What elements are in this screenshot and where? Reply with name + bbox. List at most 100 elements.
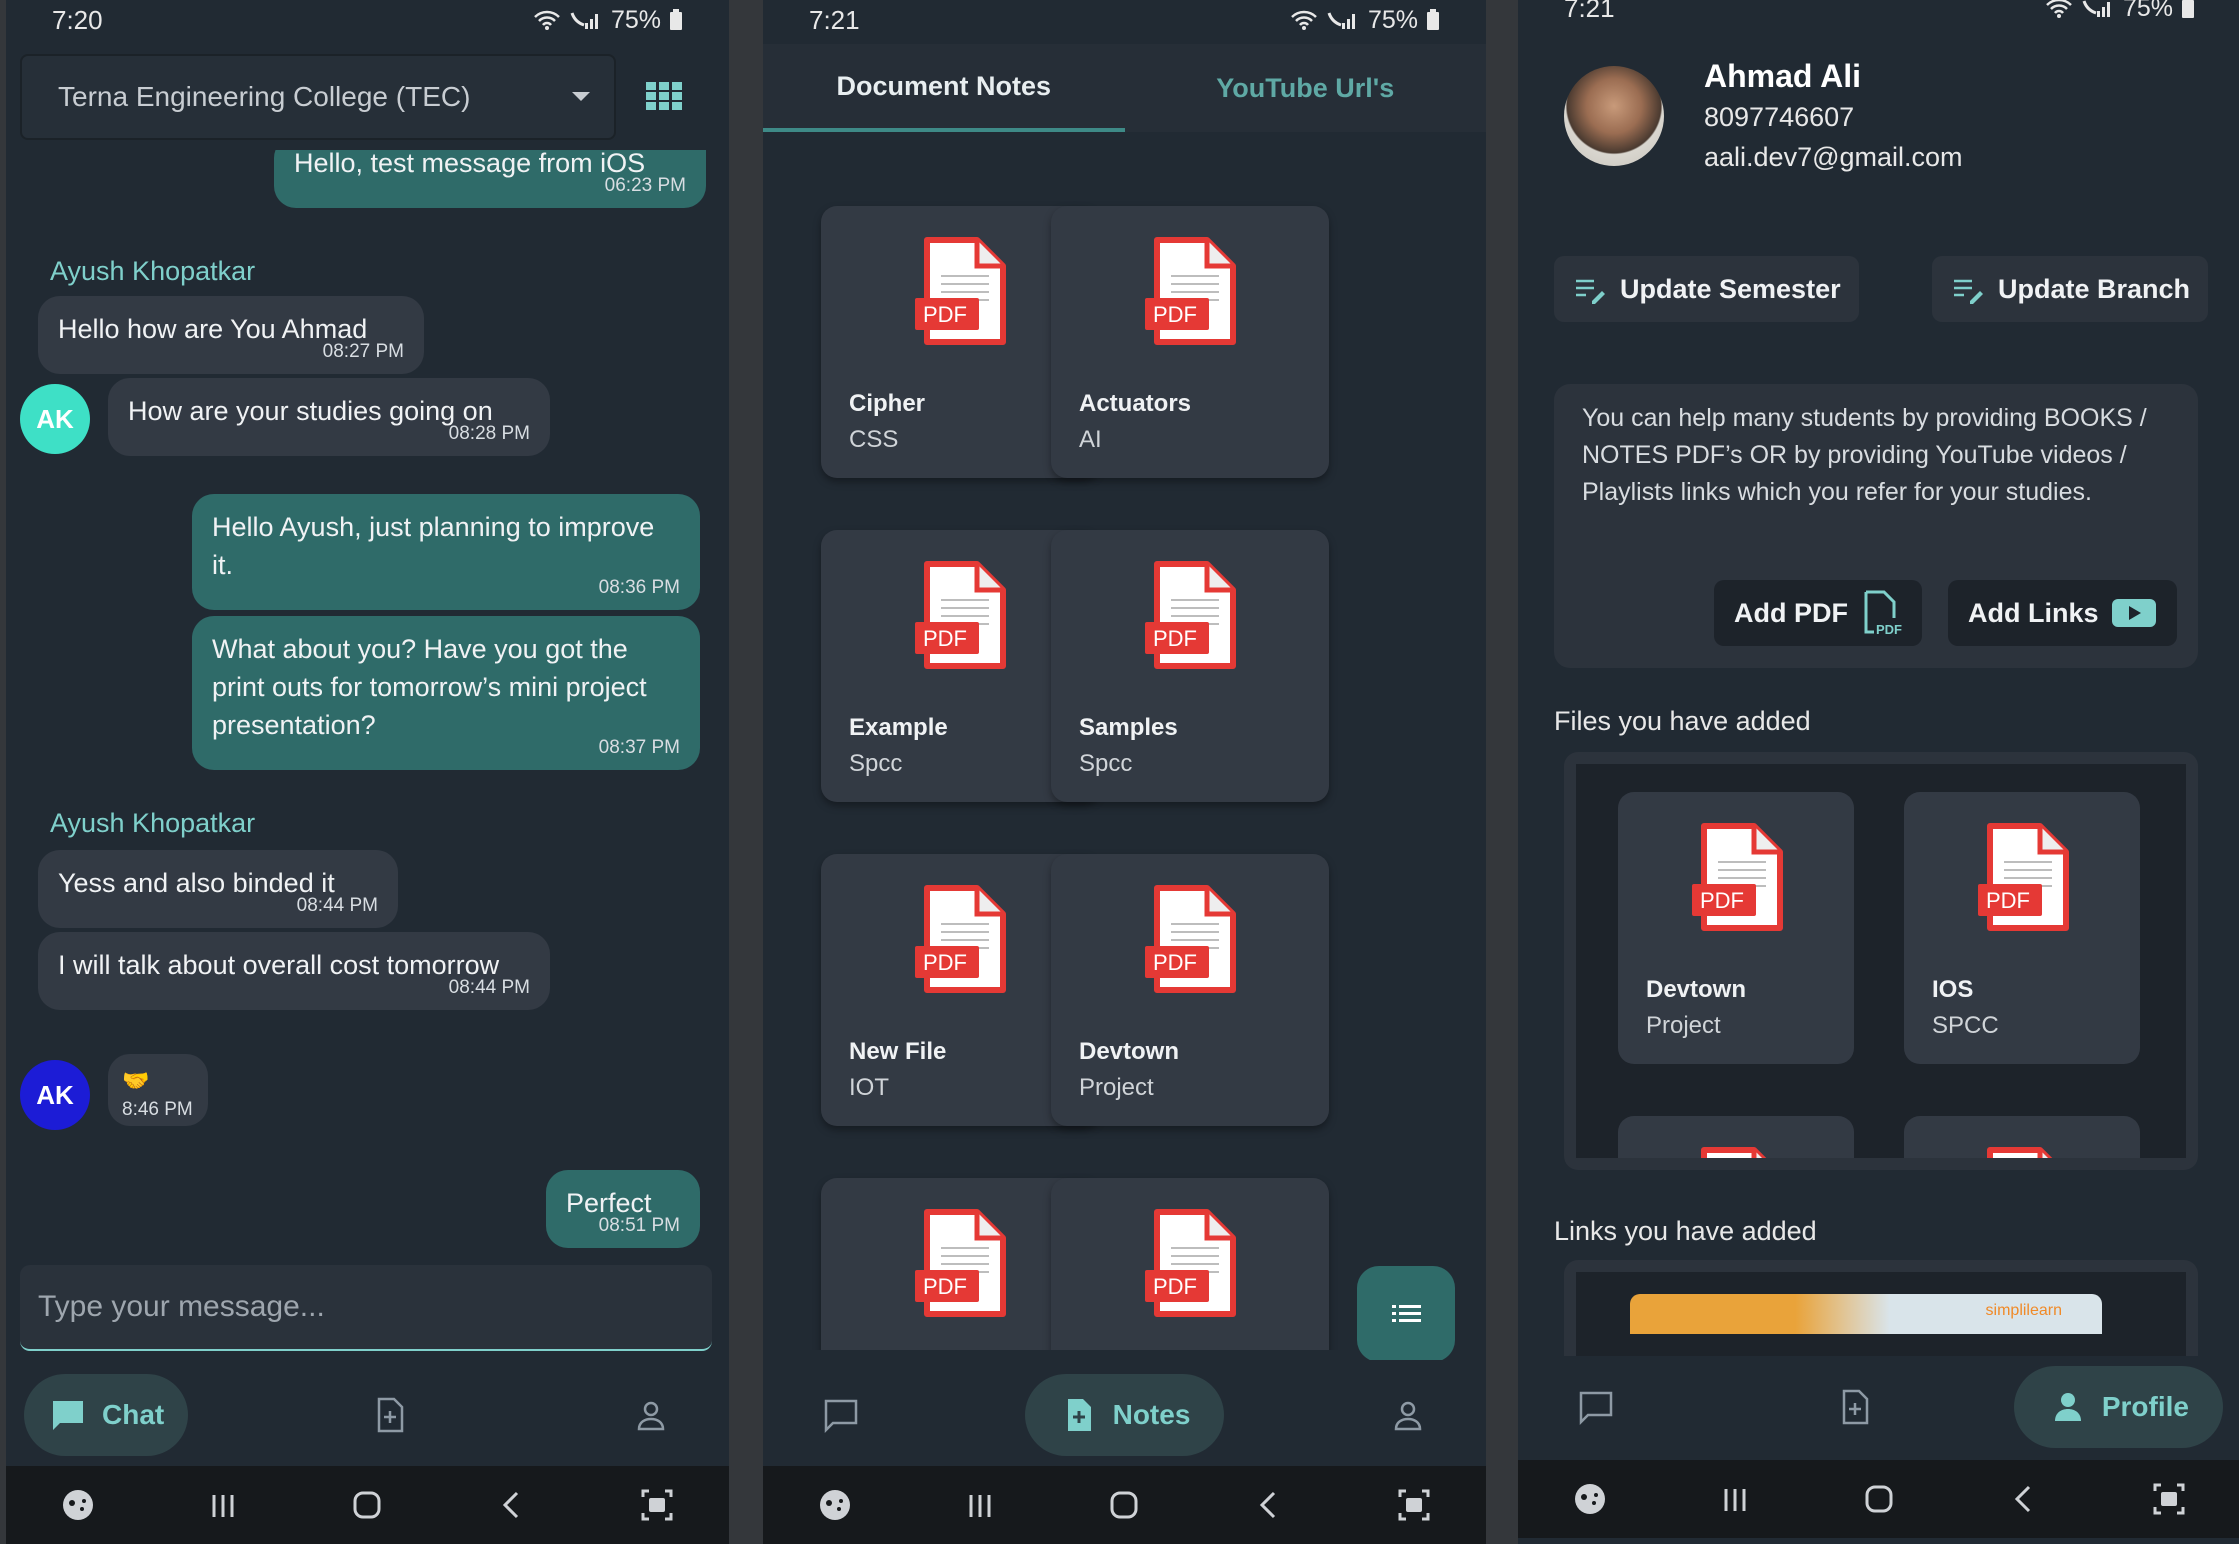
files-heading: Files you have added xyxy=(1554,706,1811,736)
svg-text:PDF: PDF xyxy=(1153,302,1197,327)
tab-youtube-urls[interactable]: YouTube Url's xyxy=(1125,44,1487,132)
add-pdf-button[interactable]: Add PDF PDF xyxy=(1714,580,1922,646)
back-icon[interactable] xyxy=(1249,1485,1289,1525)
recent-apps-icon[interactable] xyxy=(960,1485,1000,1525)
svg-text:PDF: PDF xyxy=(923,302,967,327)
screenshot-icon[interactable] xyxy=(2149,1479,2189,1519)
update-branch-button[interactable]: Update Branch xyxy=(1932,256,2209,322)
files-list[interactable]: PDF Devtown Project PDF IOS SPCC xyxy=(1564,752,2198,1170)
svg-text:PDF: PDF xyxy=(1153,1274,1197,1299)
pdf-file-icon: PDF xyxy=(915,1209,1006,1317)
pdf-file-icon: PDF xyxy=(1145,237,1236,345)
message-time: 08:44 PM xyxy=(296,895,378,916)
message-list[interactable]: Hello, test message from iOS 06:23 PM Ay… xyxy=(6,150,729,1269)
message-bubble[interactable]: Hello Ayush, just planning to improve it… xyxy=(192,494,700,610)
nav-notes[interactable]: Notes xyxy=(1024,1374,1225,1456)
message-bubble[interactable]: Hello, test message from iOS 06:23 PM xyxy=(274,150,706,208)
profile-name: Ahmad Ali xyxy=(1704,58,1862,94)
nav-profile[interactable] xyxy=(1348,1374,1468,1456)
list-icon xyxy=(1392,1305,1421,1322)
wifi-icon xyxy=(534,10,560,30)
profile-avatar[interactable] xyxy=(1564,66,1664,166)
file-card[interactable]: PDF Devtown Project xyxy=(1618,792,1854,1064)
add-links-button[interactable]: Add Links xyxy=(1948,580,2177,646)
message-bubble[interactable]: How are your studies going on 08:28 PM xyxy=(108,378,550,456)
file-card[interactable]: PDF IOS SPCC xyxy=(1904,792,2140,1064)
game-launcher-icon[interactable] xyxy=(815,1485,855,1525)
message-bubble[interactable]: What about you? Have you got the print o… xyxy=(192,616,700,770)
note-card[interactable]: PDF Samples Spcc xyxy=(1051,530,1329,802)
wifi-icon xyxy=(1291,10,1317,30)
note-title: Actuators xyxy=(1079,390,1192,417)
home-icon[interactable] xyxy=(1859,1479,1899,1519)
recent-apps-icon[interactable] xyxy=(1715,1479,1755,1519)
tab-document-notes[interactable]: Document Notes xyxy=(763,44,1125,132)
nav-chat[interactable] xyxy=(781,1374,901,1456)
add-document-icon xyxy=(1842,1389,1869,1425)
message-bubble[interactable]: I will talk about overall cost tomorrow … xyxy=(38,932,550,1010)
status-bar: 7:21 75% xyxy=(763,0,1486,40)
message-time: 08:44 PM xyxy=(448,977,530,998)
status-bar: 7:20 75% xyxy=(6,0,729,40)
message-time: 08:36 PM xyxy=(598,577,680,598)
message-text: Hello how are You Ahmad xyxy=(58,314,368,344)
svg-text:PDF: PDF xyxy=(1876,622,1902,636)
college-dropdown[interactable]: Terna Engineering College (TEC) xyxy=(20,54,616,140)
message-input[interactable] xyxy=(20,1265,712,1351)
message-input-field[interactable] xyxy=(38,1290,694,1324)
game-launcher-icon[interactable] xyxy=(58,1485,98,1525)
update-semester-button[interactable]: Update Semester xyxy=(1554,256,1859,322)
system-nav-bar xyxy=(763,1466,1486,1544)
battery-icon xyxy=(1427,9,1439,30)
video-thumbnail[interactable]: simplilearn xyxy=(1630,1294,2102,1334)
screenshot-icon[interactable] xyxy=(637,1485,677,1525)
message-text: Hello Ayush, just planning to improve it… xyxy=(212,512,655,580)
svg-text:PDF: PDF xyxy=(1986,888,2030,913)
links-list[interactable]: simplilearn xyxy=(1564,1260,2198,1356)
message-bubble[interactable]: Hello how are You Ahmad 08:27 PM xyxy=(38,296,424,374)
update-semester-label: Update Semester xyxy=(1620,273,1841,304)
message-bubble[interactable]: 🤝 8:46 PM xyxy=(108,1054,208,1126)
home-icon[interactable] xyxy=(1104,1485,1144,1525)
message-bubble[interactable]: Yess and also binded it 08:44 PM xyxy=(38,850,398,928)
home-icon[interactable] xyxy=(347,1485,387,1525)
battery-percent: 75% xyxy=(1367,5,1418,34)
back-icon[interactable] xyxy=(2004,1479,2044,1519)
svg-text:PDF: PDF xyxy=(1153,626,1197,651)
battery-icon xyxy=(2182,0,2194,18)
avatar[interactable]: AK xyxy=(20,1060,90,1130)
note-card[interactable]: PDF Devtown Project xyxy=(1051,854,1329,1126)
nav-notes[interactable] xyxy=(1795,1366,1915,1448)
note-card[interactable]: PDF Actuators AI xyxy=(1051,206,1329,478)
grid-view-icon[interactable] xyxy=(646,78,682,114)
person-icon xyxy=(2054,1393,2081,1421)
nav-notes-label: Notes xyxy=(1112,1399,1191,1430)
game-launcher-icon[interactable] xyxy=(1570,1479,1610,1519)
message-text: Yess and also binded it xyxy=(58,868,335,898)
note-subject: CSS xyxy=(849,426,899,453)
contribute-info-card: You can help many students by providing … xyxy=(1554,384,2198,668)
pdf-file-icon xyxy=(1987,1147,2053,1158)
message-bubble[interactable]: Perfect 08:51 PM xyxy=(546,1170,700,1248)
list-fab-button[interactable] xyxy=(1357,1266,1455,1362)
nav-profile[interactable] xyxy=(591,1374,711,1456)
file-card[interactable] xyxy=(1904,1116,2140,1158)
recent-apps-icon[interactable] xyxy=(203,1485,243,1525)
chat-screen: 7:20 75% Terna Engineering College (TEC)… xyxy=(6,0,729,1544)
profile-email: aali.dev7@gmail.com xyxy=(1704,142,1963,172)
svg-text:PDF: PDF xyxy=(923,1274,967,1299)
handshake-emoji: 🤝 xyxy=(122,1068,150,1093)
screenshot-icon[interactable] xyxy=(1394,1485,1434,1525)
add-document-icon xyxy=(377,1397,403,1433)
edit-list-icon xyxy=(1954,279,1983,304)
file-card[interactable] xyxy=(1618,1116,1854,1158)
note-title: Cipher xyxy=(849,390,926,417)
note-title: New File xyxy=(849,1038,947,1065)
nav-notes[interactable] xyxy=(330,1374,450,1456)
nav-profile[interactable]: Profile xyxy=(2013,1366,2223,1448)
avatar[interactable]: AK xyxy=(20,384,90,454)
note-subject: Spcc xyxy=(1079,750,1133,777)
nav-chat[interactable]: Chat xyxy=(24,1374,189,1456)
back-icon[interactable] xyxy=(492,1485,532,1525)
nav-chat[interactable] xyxy=(1536,1366,1656,1448)
